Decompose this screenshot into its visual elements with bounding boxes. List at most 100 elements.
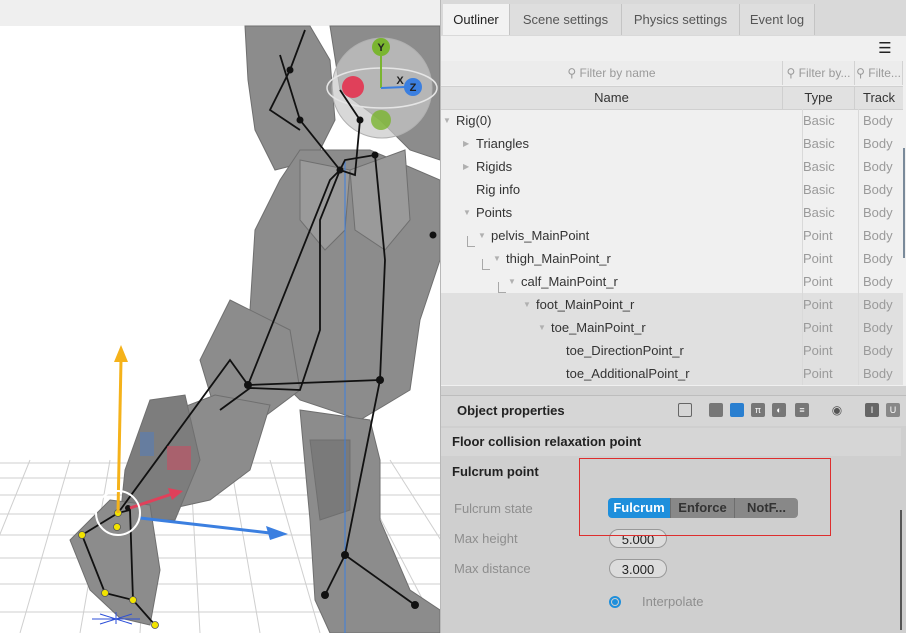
- annotation-highlight-box: [579, 458, 831, 536]
- tree-row-rigids[interactable]: ▶ Rigids Basic Body: [441, 155, 903, 178]
- row-track: Body: [863, 343, 893, 358]
- filter-name-placeholder: Filter by name: [579, 66, 656, 80]
- row-track: Body: [863, 159, 893, 174]
- tab-scene-settings[interactable]: Scene settings: [510, 4, 622, 35]
- expand-arrow-icon[interactable]: ▶: [463, 132, 469, 155]
- filter-bar: ⚲ Filter by name ⚲ Filter by... ⚲ Filte.…: [441, 61, 903, 85]
- material-icon[interactable]: [730, 403, 744, 417]
- row-name: Points: [476, 205, 513, 220]
- mirror-icon[interactable]: ◐: [772, 403, 786, 417]
- row-track: Body: [863, 251, 893, 266]
- column-name[interactable]: Name: [441, 87, 783, 109]
- tree-row-toe[interactable]: ▼ toe_MainPoint_r Point Body: [441, 316, 903, 339]
- viewport-top-strip: [0, 0, 440, 26]
- filter-name-input[interactable]: ⚲ Filter by name: [441, 61, 783, 85]
- collapse-arrow-icon[interactable]: ▼: [508, 270, 516, 293]
- search-icon: ⚲: [856, 66, 865, 80]
- tree-row-thigh[interactable]: ▼ thigh_MainPoint_r Point Body: [441, 247, 903, 270]
- tree-row-rig-info[interactable]: Rig info Basic Body: [441, 178, 903, 201]
- section-floor-collision[interactable]: Floor collision relaxation point: [441, 428, 901, 456]
- outliner-scrollbar[interactable]: [903, 148, 905, 258]
- row-type: Point: [803, 343, 833, 358]
- tab-outliner[interactable]: Outliner: [443, 4, 510, 35]
- hamburger-menu-icon[interactable]: ☰: [877, 41, 893, 56]
- row-type: Basic: [803, 113, 835, 128]
- gizmo-y-handle-back: [371, 110, 391, 130]
- frame-icon[interactable]: [678, 403, 692, 417]
- gizmo-arrow-right: [139, 516, 271, 535]
- row-name: toe_DirectionPoint_r: [566, 343, 684, 358]
- tree-row-rig[interactable]: ▼ Rig(0) Basic Body: [441, 109, 903, 132]
- tree-row-points[interactable]: ▼ Points Basic Body: [441, 201, 903, 224]
- row-track: Body: [863, 297, 893, 312]
- row-name: toe_MainPoint_r: [551, 320, 646, 335]
- collapse-arrow-icon[interactable]: ▼: [493, 247, 501, 270]
- gizmo-y-label: Y: [377, 42, 385, 54]
- row-track: Body: [863, 274, 893, 289]
- max-distance-label: Max distance: [454, 561, 531, 576]
- tree-row-triangles[interactable]: ▶ Triangles Basic Body: [441, 132, 903, 155]
- row-type: Basic: [803, 182, 835, 197]
- tree-row-pelvis[interactable]: ▼ pelvis_MainPoint Point Body: [441, 224, 903, 247]
- row-name: calf_MainPoint_r: [521, 274, 618, 289]
- search-icon: ⚲: [567, 66, 577, 80]
- search-icon: ⚲: [786, 66, 796, 80]
- row-track: Body: [863, 205, 893, 220]
- filter-track-input[interactable]: ⚲ Filte...: [855, 61, 903, 85]
- column-header: Name Type Track: [441, 86, 903, 110]
- grid-icon[interactable]: [709, 403, 723, 417]
- row-name: thigh_MainPoint_r: [506, 251, 611, 266]
- fulcrum-state-label: Fulcrum state: [454, 501, 533, 516]
- row-type: Point: [803, 228, 833, 243]
- object-properties-header: Object properties π ◐ ≡ ◉ I U: [441, 395, 906, 427]
- interpolate-label: Interpolate: [642, 594, 704, 609]
- row-type: Point: [803, 297, 833, 312]
- column-track[interactable]: Track: [855, 87, 903, 109]
- object-properties-title: Object properties: [457, 403, 565, 418]
- row-name: toe_AdditionalPoint_r: [566, 366, 690, 381]
- row-type: Point: [803, 251, 833, 266]
- collapse-arrow-icon[interactable]: ▼: [523, 293, 531, 316]
- gizmo-z-label: Z: [410, 82, 417, 94]
- text-cursor-icon[interactable]: I: [865, 403, 879, 417]
- collapse-arrow-icon[interactable]: ▼: [478, 224, 486, 247]
- gizmo-x-handle: [342, 76, 364, 98]
- eye-icon[interactable]: ◉: [830, 403, 844, 417]
- tree-row-foot[interactable]: ▼ foot_MainPoint_r Point Body: [441, 293, 903, 316]
- row-track: Body: [863, 228, 893, 243]
- row-type: Basic: [803, 205, 835, 220]
- max-distance-field[interactable]: 3.000: [609, 559, 667, 578]
- collapse-arrow-icon[interactable]: ▼: [463, 201, 471, 224]
- u-icon[interactable]: U: [886, 403, 900, 417]
- gizmo-plane-yz: [140, 432, 154, 456]
- viewport-scene[interactable]: Y X Z: [0, 0, 440, 633]
- pi-icon[interactable]: π: [751, 403, 765, 417]
- tree-row-toe-additional[interactable]: toe_AdditionalPoint_r Point Body: [441, 362, 903, 385]
- interpolate-radio[interactable]: [609, 596, 621, 608]
- filter-type-placeholder: Filter by...: [798, 66, 851, 80]
- row-track: Body: [863, 113, 893, 128]
- row-name: Rig(0): [456, 113, 492, 128]
- collapse-arrow-icon[interactable]: ▼: [443, 109, 451, 132]
- row-name: foot_MainPoint_r: [536, 297, 635, 312]
- tab-event-log[interactable]: Event log: [740, 4, 815, 35]
- row-type: Point: [803, 366, 833, 381]
- column-type[interactable]: Type: [783, 87, 855, 109]
- side-panel: Outliner Scene settings Physics settings…: [440, 0, 906, 633]
- collapse-arrow-icon[interactable]: ▼: [538, 316, 546, 339]
- outliner-panel: ☰ ⚲ Filter by name ⚲ Filter by... ⚲ Filt…: [441, 36, 906, 386]
- filter-type-input[interactable]: ⚲ Filter by...: [783, 61, 855, 85]
- 3d-viewport[interactable]: Y X Z: [0, 0, 440, 633]
- tree-row-toe-direction[interactable]: toe_DirectionPoint_r Point Body: [441, 339, 903, 362]
- row-track: Body: [863, 182, 893, 197]
- list-icon[interactable]: ≡: [795, 403, 809, 417]
- row-type: Basic: [803, 136, 835, 151]
- expand-arrow-icon[interactable]: ▶: [463, 155, 469, 178]
- properties-scrollbar[interactable]: [900, 510, 902, 630]
- gizmo-plane-xz: [167, 446, 191, 470]
- tree-row-calf[interactable]: ▼ calf_MainPoint_r Point Body: [441, 270, 903, 293]
- gizmo-x-label: X: [396, 75, 404, 87]
- row-name: Rig info: [476, 182, 521, 197]
- tab-physics-settings[interactable]: Physics settings: [622, 4, 740, 35]
- outliner-tree: ▼ Rig(0) Basic Body ▶ Triangles Basic Bo…: [441, 109, 903, 385]
